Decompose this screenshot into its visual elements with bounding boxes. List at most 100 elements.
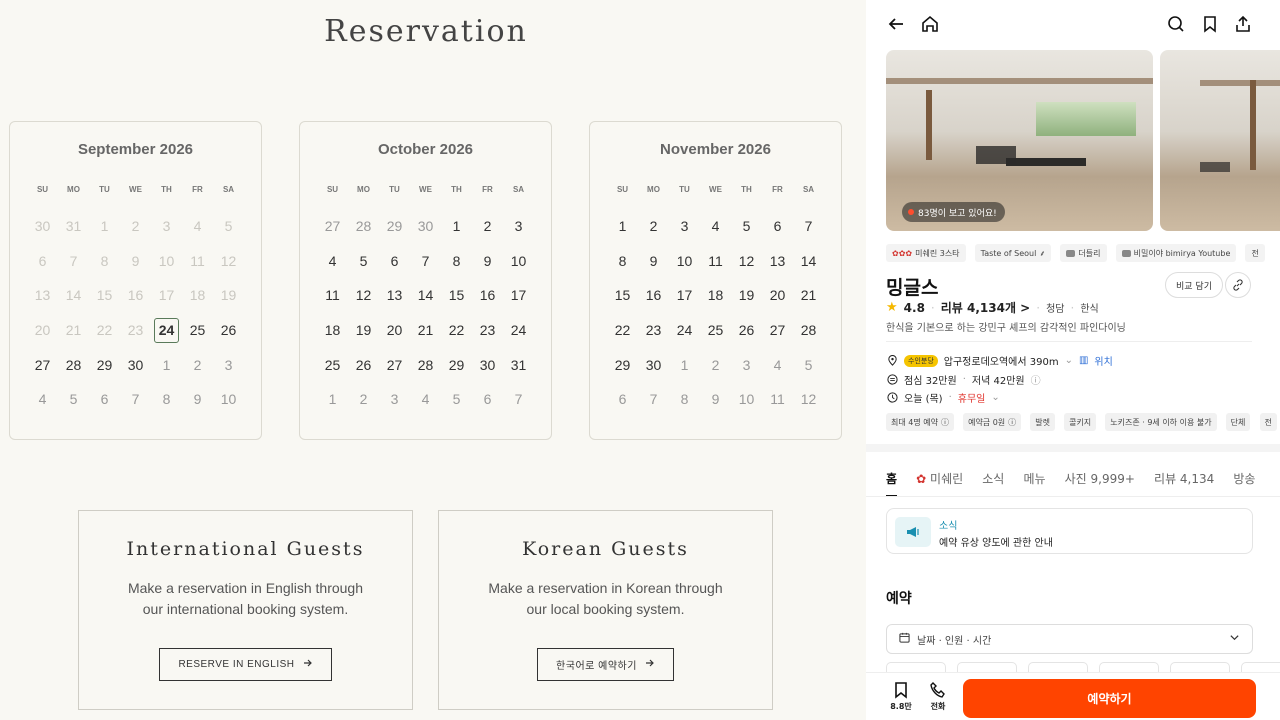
bookmark-icon[interactable]: [1200, 14, 1220, 34]
search-icon[interactable]: [1166, 14, 1186, 34]
calendar-day[interactable]: 27: [762, 313, 793, 348]
calendar-day[interactable]: 12: [348, 278, 379, 313]
news-card[interactable]: 소식 예약 유상 양도에 관한 안내: [886, 508, 1253, 554]
calendar-day[interactable]: 26: [213, 313, 244, 348]
share-icon[interactable]: [1233, 14, 1253, 34]
calendar-day[interactable]: 10: [503, 244, 534, 279]
calendar-day[interactable]: 28: [410, 347, 441, 382]
calendar-day[interactable]: 22: [441, 313, 472, 348]
calendar-day[interactable]: 8: [441, 244, 472, 279]
tab-reviews[interactable]: 리뷰 4,134: [1154, 470, 1214, 495]
calendar-day[interactable]: 27: [27, 347, 58, 382]
youtube-badge[interactable]: 더들리: [1060, 244, 1107, 262]
more-badge[interactable]: 전: [1245, 244, 1265, 262]
calendar-day[interactable]: 6: [762, 209, 793, 244]
calendar-day[interactable]: 15: [441, 278, 472, 313]
calendar-day[interactable]: 2: [348, 382, 379, 417]
calendar-day[interactable]: 20: [762, 278, 793, 313]
calendar-day[interactable]: 27: [379, 347, 410, 382]
calendar-day[interactable]: 10: [731, 382, 762, 417]
feature-chip[interactable]: 노키즈존 · 9세 이하 이용 불가: [1105, 413, 1217, 431]
calendar-day[interactable]: 1: [607, 209, 638, 244]
feature-chip[interactable]: 콜키지: [1064, 413, 1097, 431]
calendar-day[interactable]: 4: [410, 382, 441, 417]
calendar-day[interactable]: 14: [410, 278, 441, 313]
reserve-in-english-button[interactable]: RESERVE IN ENGLISH: [159, 648, 332, 681]
calendar-day[interactable]: 8: [151, 382, 182, 417]
calendar-day[interactable]: 23: [638, 313, 669, 348]
reserve-button[interactable]: 예약하기: [963, 679, 1256, 718]
calendar-day[interactable]: 25: [317, 347, 348, 382]
calendar-day[interactable]: 4: [762, 347, 793, 382]
calendar-day[interactable]: 23: [472, 313, 503, 348]
calendar-day[interactable]: 30: [120, 347, 151, 382]
reviews-link[interactable]: 리뷰 4,134개 >: [941, 299, 1031, 316]
calendar-day[interactable]: 3: [379, 382, 410, 417]
tab-photos[interactable]: 사진 9,999+: [1065, 470, 1135, 495]
calendar-day[interactable]: 29: [89, 347, 120, 382]
calendar-day[interactable]: 10: [669, 244, 700, 279]
calendar-day[interactable]: 13: [762, 244, 793, 279]
calendar-day[interactable]: 6: [89, 382, 120, 417]
calendar-day[interactable]: 19: [731, 278, 762, 313]
calendar-day[interactable]: 29: [441, 347, 472, 382]
calendar-day[interactable]: 1: [669, 347, 700, 382]
calendar-day[interactable]: 3: [669, 209, 700, 244]
calendar-day[interactable]: 27: [317, 209, 348, 244]
feature-chip[interactable]: 단체: [1225, 413, 1251, 431]
tab-michelin[interactable]: ✿ 미쉐린: [916, 470, 963, 495]
calendar-day[interactable]: 12: [793, 382, 824, 417]
calendar-day[interactable]: 30: [410, 209, 441, 244]
calendar-day[interactable]: 5: [58, 382, 89, 417]
calendar-day[interactable]: 5: [441, 382, 472, 417]
calendar-day[interactable]: 21: [793, 278, 824, 313]
calendar-day[interactable]: 2: [700, 347, 731, 382]
youtube-badge[interactable]: 비밀이야 bimirya Youtube: [1115, 244, 1237, 262]
calendar-day[interactable]: 14: [793, 244, 824, 279]
calendar-day[interactable]: 28: [58, 347, 89, 382]
calendar-day-today[interactable]: 24: [154, 317, 179, 343]
calendar-day[interactable]: 7: [638, 382, 669, 417]
calendar-day[interactable]: 18: [700, 278, 731, 313]
feature-chip[interactable]: 예약금 0원 ⓘ: [963, 413, 1022, 431]
feature-chip[interactable]: 발렛: [1030, 413, 1055, 431]
calendar-day[interactable]: 2: [472, 209, 503, 244]
calendar-day[interactable]: 8: [607, 244, 638, 279]
reserve-in-korean-button[interactable]: 한국어로 예약하기: [537, 648, 674, 681]
save-button[interactable]: 8.8만: [881, 679, 921, 712]
calendar-day[interactable]: 3: [731, 347, 762, 382]
calendar-day[interactable]: 17: [503, 278, 534, 313]
location-text[interactable]: 압구정로데오역에서 390m: [944, 353, 1059, 368]
restaurant-photo[interactable]: [1160, 50, 1280, 231]
calendar-day[interactable]: 12: [731, 244, 762, 279]
calendar-day[interactable]: 25: [182, 313, 213, 348]
calendar-day[interactable]: 20: [379, 313, 410, 348]
chevron-down-icon[interactable]: ⌄: [1065, 355, 1073, 366]
calendar-day[interactable]: 21: [410, 313, 441, 348]
calendar-day[interactable]: 16: [638, 278, 669, 313]
calendar-day[interactable]: 25: [700, 313, 731, 348]
calendar-day[interactable]: 9: [182, 382, 213, 417]
calendar-day[interactable]: 1: [151, 347, 182, 382]
taste-of-seoul-badge[interactable]: Taste of Seoul ⸙: [974, 244, 1052, 262]
calendar-day[interactable]: 28: [348, 209, 379, 244]
calendar-day[interactable]: 8: [669, 382, 700, 417]
calendar-day[interactable]: 15: [607, 278, 638, 313]
calendar-day[interactable]: 4: [700, 209, 731, 244]
calendar-day[interactable]: 24: [503, 313, 534, 348]
calendar-day[interactable]: 6: [472, 382, 503, 417]
call-button[interactable]: 전화: [918, 679, 958, 712]
calendar-day[interactable]: 1: [317, 382, 348, 417]
calendar-day[interactable]: 22: [607, 313, 638, 348]
restaurant-photo[interactable]: 83명이 보고 있어요!: [886, 50, 1153, 231]
tab-broadcast[interactable]: 방송: [1233, 470, 1255, 495]
link-button[interactable]: [1225, 272, 1251, 298]
feature-chip[interactable]: 전: [1259, 413, 1277, 431]
calendar-day[interactable]: 31: [503, 347, 534, 382]
calendar-day[interactable]: 7: [793, 209, 824, 244]
chevron-down-icon[interactable]: ⌄: [991, 392, 999, 403]
tab-menu[interactable]: 메뉴: [1023, 470, 1045, 495]
calendar-day[interactable]: 10: [213, 382, 244, 417]
calendar-day[interactable]: 28: [793, 313, 824, 348]
calendar-day[interactable]: 3: [213, 347, 244, 382]
